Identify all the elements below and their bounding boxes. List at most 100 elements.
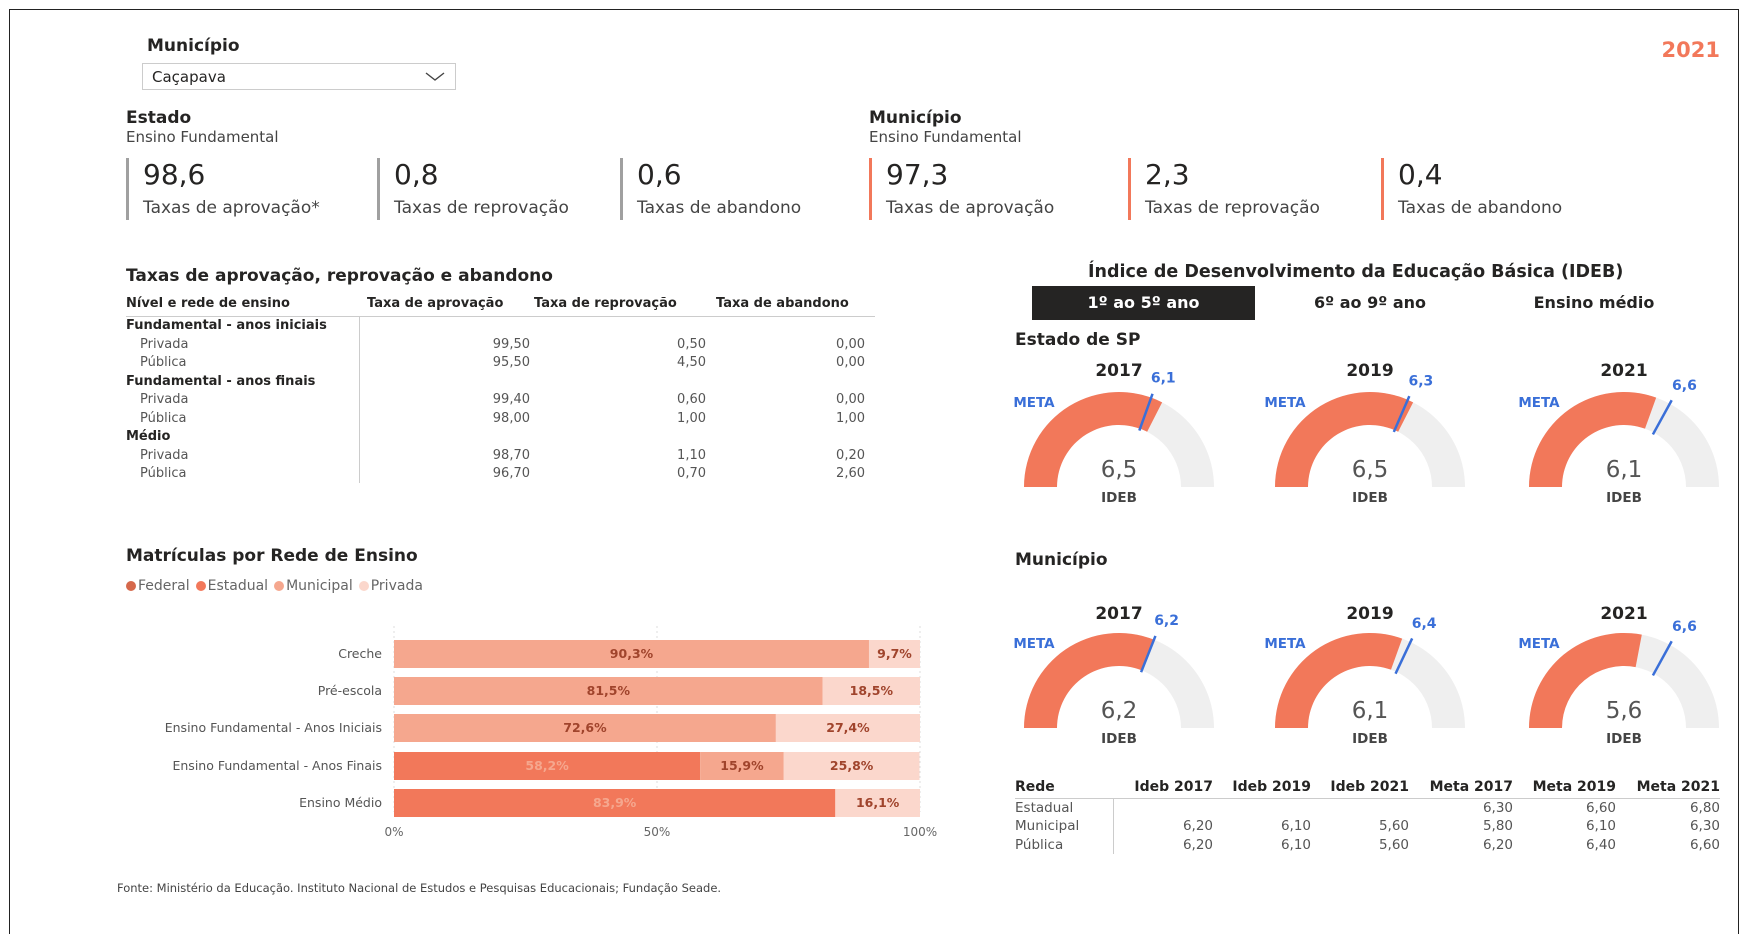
data-label: 83,9% [593, 795, 637, 810]
legend-dot-icon [195, 581, 206, 591]
kpi-value: 0,6 [637, 158, 682, 191]
municipio-dropdown[interactable]: Caçapava [142, 63, 456, 90]
ideb-header-rede[interactable]: Rede [1015, 776, 1113, 798]
municipio-title: Município [869, 108, 962, 128]
category-label: Creche [338, 646, 382, 661]
tab-3[interactable]: Ensino médio [1500, 286, 1688, 320]
table-cell [530, 316, 706, 335]
table-cell: 1,00 [836, 410, 865, 426]
rates-row-network: Privada [126, 446, 360, 465]
kpi-accent-bar [620, 158, 623, 220]
meta-label: META [1264, 395, 1306, 411]
meta-value: 6,2 [1154, 613, 1179, 629]
table-row: Privada 98,70 1,10 0,20 [126, 446, 875, 465]
gauge-year: 2017 [1095, 361, 1142, 381]
table-cell: 99,40 [492, 392, 530, 408]
meta-value: 6,4 [1412, 616, 1437, 632]
table-cell [1113, 798, 1213, 817]
kpi-caption: Taxas de abandono [637, 198, 802, 218]
rates-header-reprovacao[interactable]: Taxa de reprovação [530, 292, 706, 316]
table-cell [359, 428, 530, 447]
enrollment-chart-title: Matrículas por Rede de Ensino [126, 546, 418, 566]
rates-row-network: Pública [126, 464, 360, 483]
panel-title-estado: Estado de SP [1015, 330, 1141, 350]
kpi-value: 97,3 [886, 158, 949, 191]
ideb-header-ideb-2019[interactable]: Ideb 2019 [1213, 776, 1311, 798]
meta-value: 6,6 [1672, 378, 1697, 394]
legend-item[interactable]: Federal [126, 578, 190, 594]
table-cell [530, 428, 706, 447]
kpi-value: 98,6 [143, 158, 206, 191]
table-cell: 96,70 [492, 466, 530, 482]
table-cell: 0,00 [836, 355, 865, 371]
gauge-value: 6,1 [1352, 698, 1389, 724]
ideb-table: Rede Ideb 2017 Ideb 2019 Ideb 2021 Meta … [1015, 776, 1720, 854]
legend-item[interactable]: Privada [358, 578, 423, 594]
legend-dot-icon [274, 581, 285, 591]
data-label: 58,2% [525, 758, 569, 773]
ideb-header-meta-2019[interactable]: Meta 2019 [1513, 776, 1616, 798]
table-row: Pública 98,00 1,00 1,00 [126, 409, 875, 428]
x-tick-label: 0% [384, 825, 403, 839]
table-cell: 5,60 [1378, 836, 1409, 853]
legend-label: Municipal [286, 578, 353, 594]
table-cell [706, 428, 875, 447]
meta-value: 6,1 [1151, 371, 1176, 387]
meta-label: META [1264, 636, 1306, 652]
data-label: 16,1% [856, 795, 900, 810]
gauge-caption: IDEB [1352, 731, 1388, 747]
table-cell: 99,50 [492, 336, 530, 352]
gauge-year: 2021 [1600, 361, 1647, 381]
rates-table-title: Taxas de aprovação, reprovação e abandon… [126, 266, 553, 286]
rates-header-abandono[interactable]: Taxa de abandono [706, 292, 875, 316]
tab-1[interactable]: 1º ao 5º ano [1032, 286, 1255, 320]
kpi-caption: Taxas de reprovação [394, 198, 569, 218]
table-cell: 6,40 [1585, 836, 1616, 853]
gauge-value: 6,5 [1352, 457, 1389, 483]
gauge-year: 2019 [1346, 604, 1393, 624]
table-cell: 2,60 [836, 466, 865, 482]
table-cell: 6,30 [1689, 818, 1720, 835]
ideb-header-ideb-2021[interactable]: Ideb 2021 [1311, 776, 1409, 798]
municipio-subtitle: Ensino Fundamental [869, 128, 1022, 146]
data-label: 81,5% [587, 683, 631, 698]
x-tick-label: 50% [644, 825, 671, 839]
gauge-year: 2019 [1346, 361, 1393, 381]
legend-item[interactable]: Municipal [274, 578, 353, 594]
table-cell [706, 316, 875, 335]
data-label: 9,7% [877, 646, 912, 661]
table-cell: 98,70 [492, 447, 530, 463]
table-cell: 6,10 [1280, 818, 1311, 835]
ideb-header-meta-2021[interactable]: Meta 2021 [1616, 776, 1720, 798]
table-cell: 4,50 [677, 355, 706, 371]
category-label: Ensino Fundamental - Anos Finais [172, 758, 382, 773]
rates-group-name: Fundamental - anos finais [126, 372, 360, 391]
ideb-row-rede: Pública [1015, 835, 1114, 854]
kpi-value: 2,3 [1145, 158, 1190, 191]
table-cell: 95,50 [492, 355, 530, 371]
table-cell: 1,10 [677, 447, 706, 463]
table-row: Pública 6,20 6,10 5,60 6,20 6,40 6,60 [1015, 835, 1720, 854]
data-label: 90,3% [610, 646, 654, 661]
rates-header-level[interactable]: Nível e rede de ensino [126, 292, 359, 316]
rates-group-row: Fundamental - anos iniciais [126, 316, 875, 335]
table-row: Pública 95,50 4,50 0,00 [126, 353, 875, 372]
ideb-header-meta-2017[interactable]: Meta 2017 [1409, 776, 1513, 798]
rates-row-network: Privada [126, 335, 360, 354]
legend-item[interactable]: Estadual [195, 578, 268, 594]
chevron-down-icon [425, 72, 445, 81]
tab-2[interactable]: 6º ao 9º ano [1253, 286, 1487, 320]
kpi-caption: Taxas de reprovação [1145, 198, 1320, 218]
estado-subtitle: Ensino Fundamental [126, 128, 279, 146]
ideb-header-ideb-2017[interactable]: Ideb 2017 [1113, 776, 1213, 798]
table-row: Privada 99,50 0,50 0,00 [126, 335, 875, 354]
category-label: Ensino Fundamental - Anos Iniciais [165, 720, 382, 735]
x-tick-label: 100% [903, 825, 937, 839]
legend-label: Privada [370, 578, 423, 594]
data-label: 27,4% [826, 720, 870, 735]
kpi-value: 0,8 [394, 158, 439, 191]
table-cell: 0,70 [677, 466, 706, 482]
legend-dot-icon [126, 581, 136, 591]
gauge-caption: IDEB [1101, 731, 1137, 747]
rates-header-aprovacao[interactable]: Taxa de aprovação [359, 292, 530, 316]
